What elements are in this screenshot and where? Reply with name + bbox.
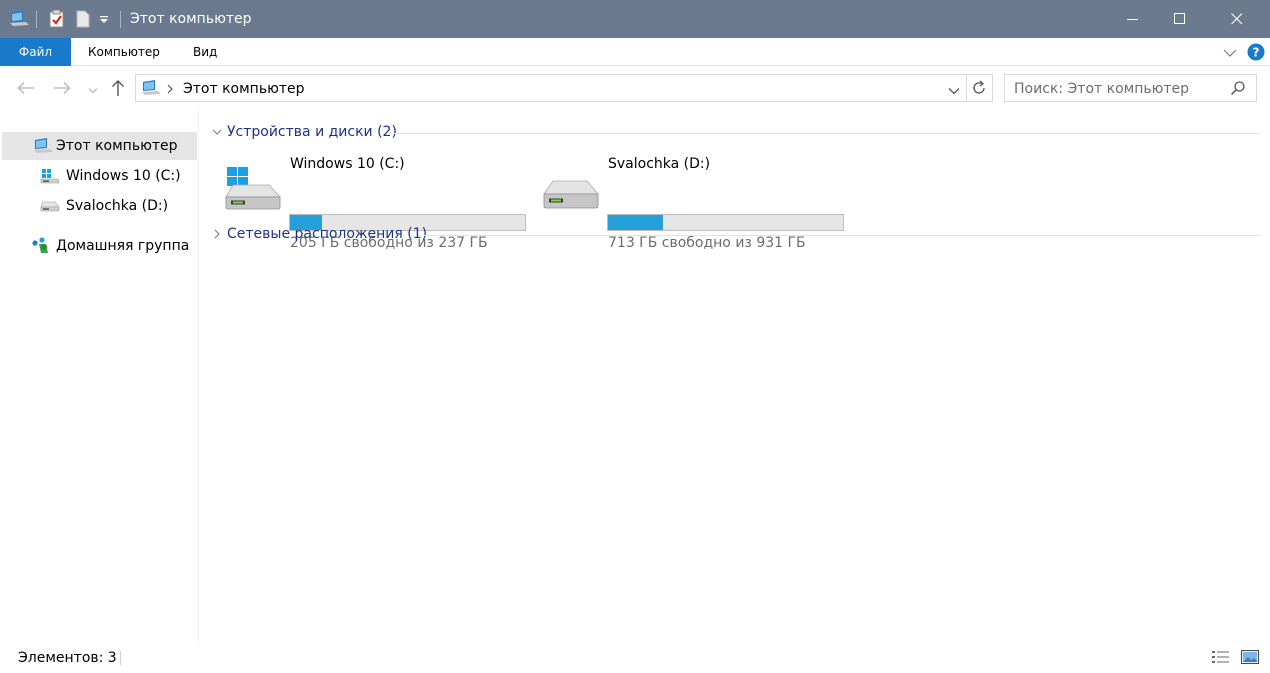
windows-drive-icon bbox=[225, 167, 281, 214]
svg-text:?: ? bbox=[1253, 46, 1260, 60]
drive-tile-d[interactable]: Svalochka (D:) 713 ГБ свободно из 931 ГБ bbox=[543, 150, 844, 251]
tab-view[interactable]: Вид bbox=[193, 38, 217, 66]
drive-name: Windows 10 (C:) bbox=[290, 156, 405, 172]
search-input[interactable]: Поиск: Этот компьютер bbox=[1004, 74, 1257, 102]
group-divider bbox=[424, 235, 1260, 236]
quick-access-dropdown-icon[interactable] bbox=[99, 14, 109, 28]
computer-icon bbox=[142, 80, 162, 99]
sidebar-item-label: Этот компьютер bbox=[56, 138, 178, 154]
title-bar: Этот компьютер bbox=[0, 0, 1270, 38]
help-icon[interactable]: ? bbox=[1247, 43, 1265, 64]
tiles-view-button[interactable] bbox=[1240, 648, 1260, 666]
minimize-button[interactable] bbox=[1110, 0, 1156, 38]
close-button[interactable] bbox=[1214, 0, 1260, 38]
drive-icon bbox=[40, 201, 60, 216]
status-bar: Элементов: 3 bbox=[0, 642, 1270, 673]
group-header-network[interactable]: Сетевые расположения (1) bbox=[212, 225, 1260, 245]
address-bar[interactable]: Этот компьютер bbox=[135, 74, 967, 102]
sidebar-item-label: Windows 10 (C:) bbox=[66, 168, 181, 184]
sidebar-item-homegroup[interactable]: Домашняя группа bbox=[2, 232, 197, 260]
maximize-button[interactable] bbox=[1157, 0, 1203, 38]
sidebar-item-svalochka-d[interactable]: Svalochka (D:) bbox=[2, 192, 197, 220]
navigation-pane: Этот компьютер Windows 10 (C:) Svalochka… bbox=[0, 110, 199, 642]
computer-icon[interactable] bbox=[10, 11, 30, 30]
properties-icon[interactable] bbox=[49, 9, 65, 31]
search-placeholder: Поиск: Этот компьютер bbox=[1014, 81, 1190, 97]
navigation-bar: Этот компьютер Поиск: Этот компьютер bbox=[0, 67, 1270, 110]
tiles-view-icon bbox=[1241, 650, 1259, 664]
windows-drive-icon bbox=[40, 169, 60, 188]
recent-locations-chevron-icon[interactable] bbox=[88, 84, 98, 98]
chevron-down-icon bbox=[212, 126, 222, 140]
maximize-icon bbox=[1174, 13, 1185, 24]
details-view-icon bbox=[1212, 651, 1229, 663]
item-count: Элементов: 3 bbox=[18, 650, 117, 666]
up-arrow-icon[interactable] bbox=[111, 79, 125, 100]
homegroup-icon bbox=[32, 237, 52, 258]
expand-ribbon-icon[interactable] bbox=[1223, 47, 1237, 61]
group-header-devices[interactable]: Устройства и диски (2) bbox=[212, 123, 1260, 143]
status-divider bbox=[120, 651, 121, 665]
sidebar-item-this-pc[interactable]: Этот компьютер bbox=[2, 132, 197, 160]
minimize-icon bbox=[1127, 19, 1138, 20]
sidebar-item-windows-c[interactable]: Windows 10 (C:) bbox=[2, 162, 197, 190]
drive-name: Svalochka (D:) bbox=[608, 156, 711, 172]
group-title: Сетевые расположения (1) bbox=[227, 226, 428, 242]
ribbon-tabs: Файл Компьютер Вид ? bbox=[0, 38, 1270, 66]
new-folder-icon[interactable] bbox=[76, 10, 90, 31]
sidebar-item-label: Svalochka (D:) bbox=[66, 198, 169, 214]
details-view-button[interactable] bbox=[1211, 648, 1231, 666]
computer-icon bbox=[34, 138, 54, 157]
close-icon bbox=[1231, 13, 1243, 25]
forward-arrow-icon[interactable] bbox=[53, 81, 71, 98]
drive-icon bbox=[543, 179, 599, 214]
address-path[interactable]: Этот компьютер bbox=[183, 81, 305, 97]
refresh-icon bbox=[973, 80, 985, 94]
breadcrumb-chevron-icon[interactable] bbox=[166, 83, 174, 97]
window-title: Этот компьютер bbox=[130, 11, 252, 27]
address-history-chevron-icon[interactable] bbox=[948, 84, 960, 98]
group-title: Устройства и диски (2) bbox=[227, 124, 397, 140]
search-icon[interactable] bbox=[1230, 80, 1246, 99]
chevron-right-icon bbox=[212, 228, 222, 242]
back-arrow-icon[interactable] bbox=[17, 81, 35, 98]
tab-file[interactable]: Файл bbox=[0, 38, 71, 66]
content-pane: Устройства и диски (2) Windows 10 (C:) 2… bbox=[200, 110, 1270, 642]
refresh-button[interactable] bbox=[966, 74, 993, 102]
tab-computer[interactable]: Компьютер bbox=[88, 38, 160, 66]
drive-tile-c[interactable]: Windows 10 (C:) 205 ГБ свободно из 237 Г… bbox=[225, 150, 526, 251]
group-divider bbox=[394, 133, 1260, 134]
sidebar-item-label: Домашняя группа bbox=[56, 238, 190, 254]
